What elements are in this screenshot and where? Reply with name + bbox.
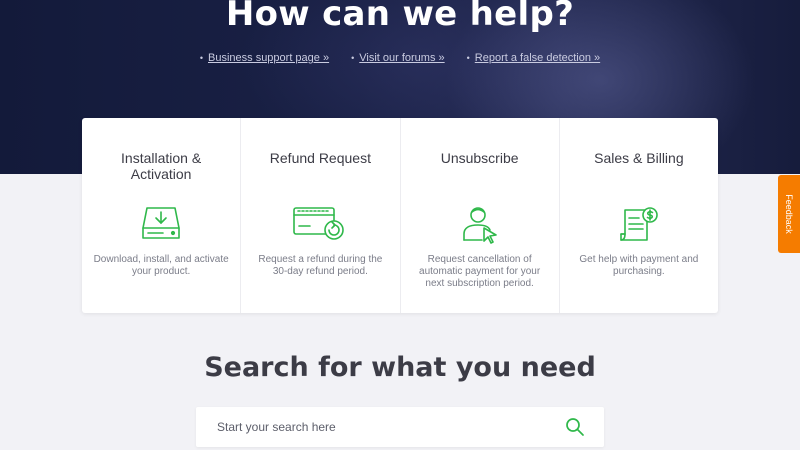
- bullet: •: [351, 53, 355, 63]
- business-support-link[interactable]: Business support page »: [208, 52, 329, 64]
- bullet: •: [199, 53, 203, 63]
- card-title: Refund Request: [269, 150, 371, 166]
- card-description: Download, install, and activate your pro…: [93, 254, 229, 277]
- link-item: • Business support page »: [200, 52, 329, 64]
- false-detection-link[interactable]: Report a false detection »: [475, 52, 600, 64]
- feedback-label: Feedback: [784, 194, 794, 234]
- card-refund[interactable]: Refund Request Request a refund during t…: [241, 118, 401, 313]
- card-description: Get help with payment and purchasing.: [579, 254, 699, 277]
- card-title: Unsubscribe: [440, 150, 519, 166]
- invoice-dollar-icon: [620, 207, 658, 241]
- card-description: Request cancellation of automatic paymen…: [419, 254, 541, 289]
- download-drive-icon: [142, 207, 180, 239]
- card-unsubscribe[interactable]: Unsubscribe Request cancellation of auto…: [401, 118, 560, 313]
- user-cursor-icon: [462, 207, 497, 244]
- page-title: How can we help?: [225, 0, 575, 34]
- card-sales-billing[interactable]: Sales & Billing Get help with payment an…: [560, 118, 718, 313]
- search-input[interactable]: [196, 407, 556, 447]
- card-title: Sales & Billing: [594, 150, 684, 166]
- card-title: Installation & Activation: [121, 150, 202, 182]
- refund-card-icon: [293, 207, 345, 240]
- search-heading: Search for what you need: [204, 352, 596, 383]
- link-item: • Visit our forums »: [351, 52, 445, 64]
- hero-links: • Business support page » • Visit our fo…: [0, 52, 800, 64]
- card-installation[interactable]: Installation & Activation Download, inst…: [82, 118, 242, 313]
- card-description: Request a refund during the 30-day refun…: [258, 254, 383, 277]
- support-cards: Installation & Activation Download, inst…: [82, 118, 718, 313]
- feedback-tab[interactable]: Feedback: [778, 175, 800, 253]
- link-item: • Report a false detection »: [467, 52, 601, 64]
- forums-link[interactable]: Visit our forums »: [359, 52, 444, 64]
- search-icon[interactable]: [565, 417, 585, 437]
- bullet: •: [466, 53, 470, 63]
- search-box: [196, 407, 604, 447]
